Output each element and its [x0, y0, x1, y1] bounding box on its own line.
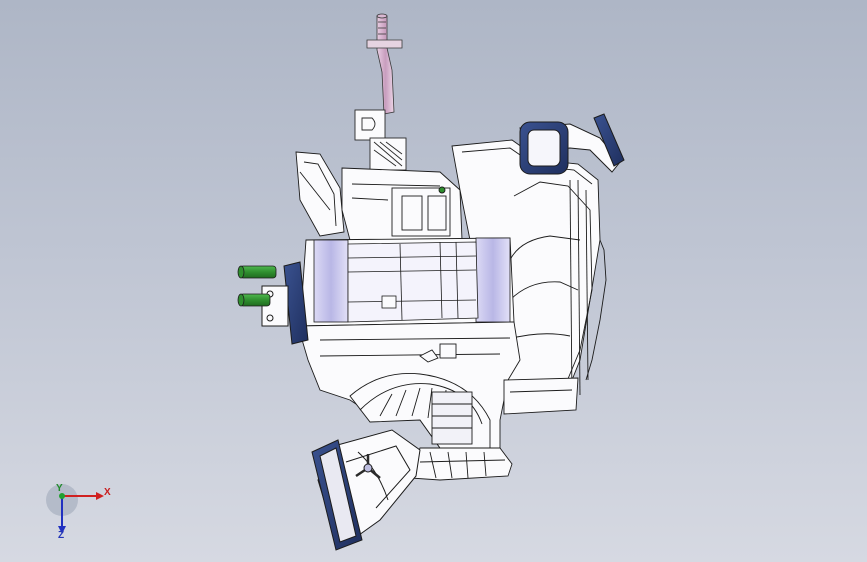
y-axis-label: Y	[56, 483, 63, 494]
hvac-assembly-model[interactable]	[0, 0, 867, 562]
x-axis-label: X	[104, 487, 111, 498]
bottom-inlet-duct	[311, 429, 421, 551]
drain-hose	[366, 13, 403, 115]
coordinate-triad: X Y Z	[40, 478, 120, 548]
hose-bracket	[354, 109, 407, 171]
drum-bands	[313, 237, 511, 323]
z-axis-label: Z	[58, 530, 65, 541]
cad-graphics-viewport[interactable]: X Y Z	[0, 0, 867, 562]
